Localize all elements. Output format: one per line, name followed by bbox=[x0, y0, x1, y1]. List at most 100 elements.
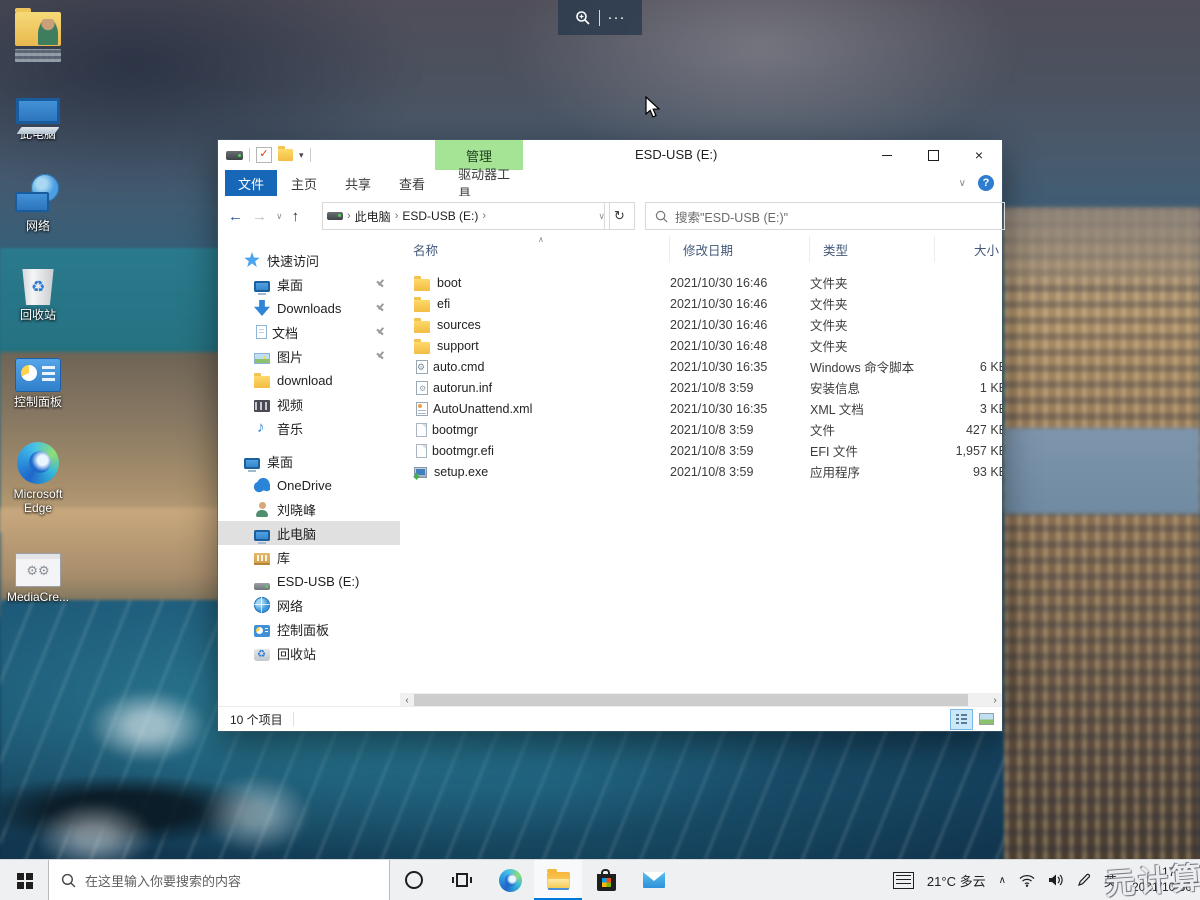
file-row[interactable]: efi 2021/10/30 16:46 文件夹 bbox=[400, 293, 1002, 314]
zoom-in-icon[interactable] bbox=[575, 10, 591, 26]
file-row[interactable]: autorun.inf 2021/10/8 3:59 安装信息 1 KB bbox=[400, 377, 1002, 398]
desktop-icon[interactable]: MediaCre... bbox=[0, 548, 76, 604]
file-type: Windows 命令脚本 bbox=[810, 357, 935, 376]
horizontal-scrollbar[interactable]: ‹ › bbox=[400, 693, 1002, 707]
column-header-type[interactable]: 类型 bbox=[810, 236, 935, 262]
file-size: 1,957 KB bbox=[935, 444, 1002, 458]
scroll-left-icon[interactable]: ‹ bbox=[400, 693, 414, 707]
details-view-button[interactable] bbox=[950, 709, 973, 730]
recent-locations-icon[interactable]: ∨ bbox=[276, 211, 283, 222]
breadcrumb-this-pc[interactable]: 此电脑 bbox=[355, 208, 391, 225]
minimize-button[interactable] bbox=[864, 140, 910, 170]
desktop-icon-image bbox=[17, 442, 59, 484]
mail-taskbar-button[interactable] bbox=[630, 860, 678, 900]
more-options-icon[interactable]: ··· bbox=[608, 13, 626, 23]
sidebar-item[interactable]: 视频 bbox=[218, 392, 400, 416]
file-row[interactable]: setup.exe 2021/10/8 3:59 应用程序 93 KB bbox=[400, 461, 1002, 482]
column-header-size[interactable]: 大小 bbox=[935, 236, 1002, 262]
screenshot-toolbar: ··· bbox=[558, 0, 642, 35]
scrollbar-thumb[interactable] bbox=[414, 694, 968, 706]
column-header-name[interactable]: 名称 bbox=[400, 236, 670, 262]
file-list-pane: ∧ 名称 修改日期 类型 大小 boot 2021/10/30 bbox=[400, 236, 1002, 693]
help-icon[interactable]: ? bbox=[978, 175, 994, 191]
store-taskbar-button[interactable] bbox=[582, 860, 630, 900]
maximize-button[interactable] bbox=[910, 140, 956, 170]
file-row[interactable]: support 2021/10/30 16:48 文件夹 bbox=[400, 335, 1002, 356]
sidebar-item[interactable]: OneDrive bbox=[218, 473, 400, 497]
pen-icon[interactable] bbox=[1077, 873, 1091, 887]
file-row[interactable]: auto.cmd 2021/10/30 16:35 Windows 命令脚本 6… bbox=[400, 356, 1002, 377]
refresh-button[interactable]: ↻ bbox=[604, 202, 635, 230]
desktop-icon[interactable]: Microsoft Edge bbox=[0, 442, 76, 515]
file-row[interactable]: boot 2021/10/30 16:46 文件夹 bbox=[400, 272, 1002, 293]
desktop-icon[interactable]: 回收站 bbox=[0, 266, 76, 322]
close-button[interactable]: × bbox=[956, 140, 1002, 170]
ribbon-tab[interactable]: 主页 bbox=[277, 170, 331, 196]
file-row[interactable]: bootmgr.efi 2021/10/8 3:59 EFI 文件 1,957 … bbox=[400, 440, 1002, 461]
sidebar-item[interactable]: 刘晓峰 bbox=[218, 497, 400, 521]
forward-button: → bbox=[252, 208, 267, 225]
ribbon-tab[interactable]: 驱动器工具 bbox=[444, 170, 534, 196]
desktop-icon[interactable]: 控制面板 bbox=[0, 355, 76, 409]
sidebar-item[interactable]: 快速访问 bbox=[218, 248, 400, 272]
ribbon-tab[interactable]: 文件 bbox=[225, 170, 277, 196]
sidebar-item[interactable]: 桌面 bbox=[218, 272, 400, 296]
taskbar-search-input[interactable]: 在这里输入你要搜索的内容 bbox=[48, 860, 390, 900]
breadcrumb[interactable]: › 此电脑 › ESD-USB (E:) › ∨ bbox=[322, 202, 610, 230]
sidebar-item[interactable]: download bbox=[218, 368, 400, 392]
sidebar-item[interactable]: Downloads bbox=[218, 296, 400, 320]
show-hidden-icons-chevron[interactable]: ∧ bbox=[999, 875, 1006, 886]
file-explorer-taskbar-button[interactable] bbox=[534, 860, 582, 900]
sidebar-item[interactable]: 库 bbox=[218, 545, 400, 569]
file-rows: boot 2021/10/30 16:46 文件夹 efi bbox=[400, 272, 1002, 482]
desktop-icon[interactable] bbox=[0, 8, 76, 62]
column-header-date[interactable]: 修改日期 bbox=[670, 236, 810, 262]
sidebar-item-icon bbox=[254, 597, 270, 613]
pin-icon bbox=[374, 278, 386, 290]
ribbon-tab[interactable]: 查看 bbox=[385, 170, 439, 196]
file-row[interactable]: sources 2021/10/30 16:46 文件夹 bbox=[400, 314, 1002, 335]
back-button[interactable]: ← bbox=[228, 208, 243, 225]
large-icons-view-button[interactable] bbox=[975, 709, 998, 730]
news-weather-icon[interactable] bbox=[893, 872, 914, 889]
file-type: 文件夹 bbox=[810, 336, 935, 355]
sidebar-item-icon bbox=[254, 530, 270, 541]
expand-ribbon-icon[interactable]: ∨ bbox=[959, 178, 966, 189]
sidebar-item-icon bbox=[244, 458, 260, 469]
qat-separator bbox=[310, 148, 311, 162]
weather-text[interactable]: 21°C 多云 bbox=[927, 871, 986, 890]
start-button[interactable] bbox=[0, 860, 48, 900]
desktop-icon[interactable]: 网络 bbox=[0, 174, 76, 233]
file-date-modified: 2021/10/30 16:35 bbox=[670, 402, 810, 416]
sidebar-item[interactable]: 网络 bbox=[218, 593, 400, 617]
sidebar-item[interactable]: ESD-USB (E:) bbox=[218, 569, 400, 593]
wifi-icon[interactable] bbox=[1019, 874, 1035, 887]
sidebar-item[interactable]: 文档 bbox=[218, 320, 400, 344]
edge-taskbar-button[interactable] bbox=[486, 860, 534, 900]
file-type: 应用程序 bbox=[810, 462, 935, 481]
sidebar-item[interactable]: 图片 bbox=[218, 344, 400, 368]
new-folder-icon[interactable] bbox=[278, 149, 293, 161]
task-view-button[interactable] bbox=[438, 860, 486, 900]
breadcrumb-current[interactable]: ESD-USB (E:) bbox=[402, 209, 478, 223]
pin-icon bbox=[374, 350, 386, 362]
cortana-button[interactable] bbox=[390, 860, 438, 900]
sidebar-item[interactable]: 此电脑 bbox=[218, 521, 400, 545]
sidebar-item[interactable]: 桌面 bbox=[218, 449, 400, 473]
sidebar-item[interactable]: 音乐 bbox=[218, 416, 400, 440]
up-button[interactable]: ↑ bbox=[292, 208, 300, 225]
ribbon-tab[interactable]: 共享 bbox=[331, 170, 385, 196]
sidebar-item[interactable]: 回收站 bbox=[218, 641, 400, 665]
file-row[interactable]: AutoUnattend.xml 2021/10/30 16:35 XML 文档… bbox=[400, 398, 1002, 419]
properties-check-icon[interactable]: ✓ bbox=[256, 147, 272, 163]
file-name: support bbox=[437, 339, 479, 353]
customize-qat-caret-icon[interactable]: ▾ bbox=[299, 150, 304, 161]
desktop-icon[interactable]: 此电脑 bbox=[0, 95, 76, 141]
sidebar-item-label: 回收站 bbox=[277, 644, 316, 663]
file-row[interactable]: bootmgr 2021/10/8 3:59 文件 427 KB bbox=[400, 419, 1002, 440]
volume-icon[interactable] bbox=[1048, 873, 1064, 887]
search-input[interactable]: 搜索"ESD-USB (E:)" bbox=[645, 202, 1005, 230]
file-name: setup.exe bbox=[434, 465, 488, 479]
sidebar-item[interactable]: 控制面板 bbox=[218, 617, 400, 641]
scroll-right-icon[interactable]: › bbox=[988, 693, 1002, 707]
